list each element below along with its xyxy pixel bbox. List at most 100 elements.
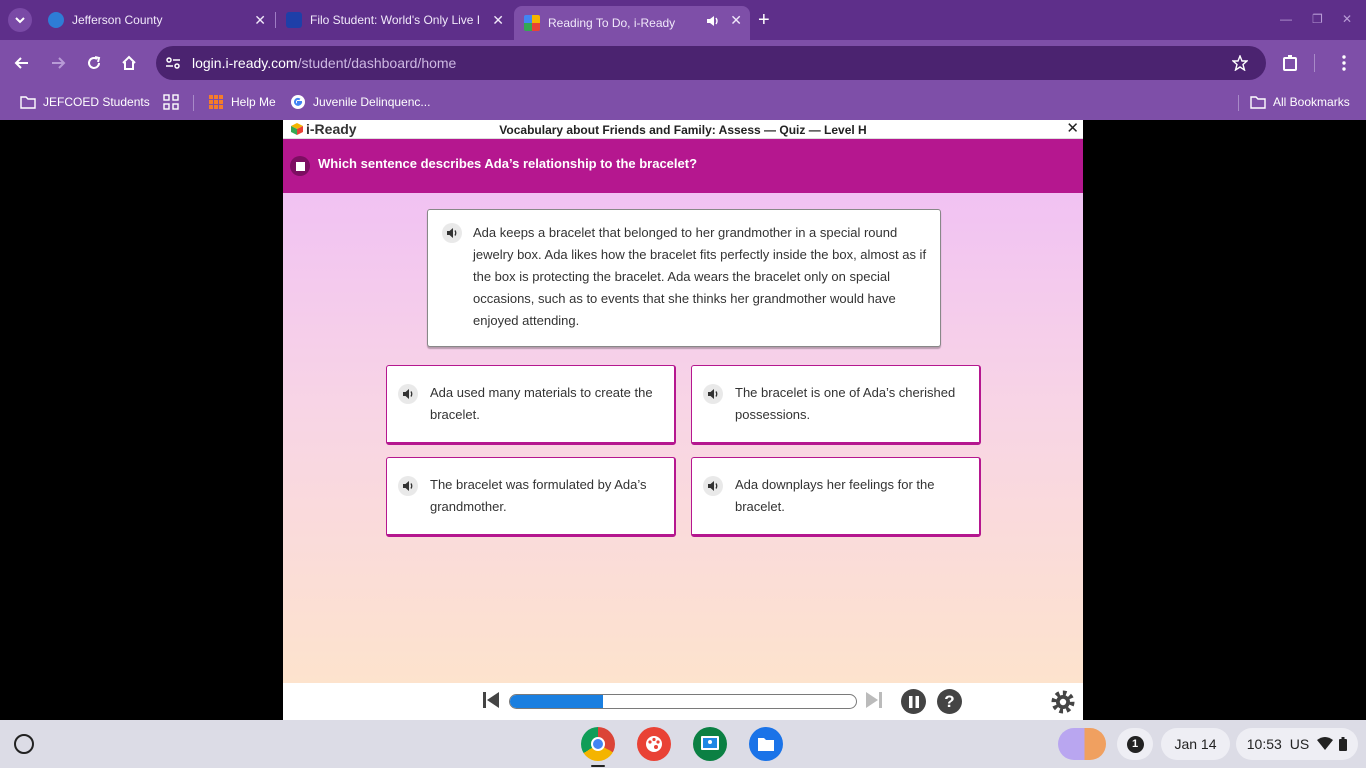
skip-forward-icon [866,692,882,708]
minimize-icon[interactable]: — [1280,12,1292,26]
notification-button[interactable]: 1 [1117,728,1153,760]
pause-icon [908,695,919,708]
speaker-icon [707,481,717,491]
answer-speaker-button[interactable] [398,384,418,404]
managed-folder-icon [20,96,36,109]
notification-count: 1 [1126,735,1144,753]
more-vertical-icon [1342,55,1346,71]
apps-grid-icon [163,94,179,110]
reload-icon [88,56,101,69]
folder-icon [1250,96,1266,109]
running-indicator [591,765,605,767]
progress-bar[interactable] [509,694,857,709]
close-tab-icon[interactable]: ✕ [730,12,742,28]
back-button[interactable] [11,52,33,74]
battery-icon [1339,737,1348,751]
palette-icon [646,736,662,752]
tab-title: Reading To Do, i-Ready [548,16,676,30]
bookmark-jefcoed-students[interactable]: JEFCOED Students [20,94,150,110]
skip-back-icon [483,692,499,708]
answer-speaker-button[interactable] [398,476,418,496]
close-tab-icon[interactable]: ✕ [492,12,504,28]
answer-text: Ada used many materials to create the br… [430,385,653,422]
input-method-text: US [1289,736,1310,752]
restore-icon[interactable]: ❐ [1312,12,1323,26]
bookmark-label: Juvenile Delinquenc... [313,95,431,109]
speaker-icon [402,481,412,491]
forward-arrow-icon [52,57,66,69]
canvas-icon[interactable] [637,727,671,761]
answer-option-c[interactable]: The bracelet was formulated by Ada’s gra… [386,457,676,537]
answer-text: The bracelet is one of Ada’s cherished p… [735,385,956,422]
home-button[interactable] [118,52,140,74]
passage-card: Ada keeps a bracelet that belonged to he… [427,209,941,347]
tab-jefferson-county[interactable]: Jefferson County ✕ [38,6,274,34]
account-avatar [1058,728,1106,760]
speaker-icon [402,389,412,399]
address-bar[interactable]: login.i-ready.com/student/dashboard/home [156,46,1266,80]
chevron-down-icon [15,17,25,24]
browser-menu-button[interactable] [1333,52,1355,74]
bookmark-apps[interactable] [163,94,186,110]
url-path: /student/dashboard/home [297,55,457,71]
tab-search-button[interactable] [8,8,32,32]
tab-strip: Jefferson County ✕ Filo Student: World's… [0,0,1366,40]
tab-filo-student[interactable]: Filo Student: World's Only Live I ✕ [276,6,512,34]
skip-forward-button[interactable] [864,689,884,711]
answer-speaker-button[interactable] [703,476,723,496]
bookmark-juvenile-delinquency[interactable]: Juvenile Delinquenc... [290,94,430,110]
quiz-title: Vocabulary about Friends and Family: Ass… [499,123,867,137]
chrome-icon[interactable] [581,727,615,761]
question-text: Which sentence describes Ada’s relations… [318,156,698,171]
tab-title: Jefferson County [72,13,163,27]
all-bookmarks-button[interactable]: All Bookmarks [1250,94,1350,110]
answer-option-b[interactable]: The bracelet is one of Ada’s cherished p… [691,365,981,445]
files-icon[interactable] [749,727,783,761]
forward-button[interactable] [47,52,69,74]
close-tab-icon[interactable]: ✕ [254,12,266,28]
passage-text: Ada keeps a bracelet that belonged to he… [473,225,927,328]
progress-fill [510,695,604,708]
tab-reading-to-do[interactable]: Reading To Do, i-Ready ✕ [514,6,750,40]
answer-speaker-button[interactable] [703,384,723,404]
bookmark-separator [1238,95,1239,111]
user-pod[interactable] [1056,728,1108,760]
home-icon [122,55,136,70]
extensions-button[interactable] [1280,52,1302,74]
passage-speaker-button[interactable] [442,223,462,243]
jefferson-county-favicon-icon [48,12,64,28]
launcher-button[interactable] [14,734,34,754]
bookmark-help-me[interactable]: Help Me [208,94,276,110]
classroom-icon[interactable] [693,727,727,761]
date-text: Jan 14 [1174,736,1217,752]
bookmark-separator [193,95,194,111]
settings-button[interactable] [1050,689,1076,715]
answer-option-d[interactable]: Ada downplays her feelings for the brace… [691,457,981,537]
reload-button[interactable] [83,52,105,74]
date-button[interactable]: Jan 14 [1161,728,1230,760]
status-area-button[interactable]: 10:53 US [1236,728,1358,760]
new-tab-button[interactable]: + [758,10,770,30]
bookmark-star-icon[interactable] [1232,55,1248,71]
answer-option-a[interactable]: Ada used many materials to create the br… [386,365,676,445]
stop-audio-button[interactable] [290,156,310,176]
help-me-grid-icon [209,95,223,109]
answer-text: Ada downplays her feelings for the brace… [735,477,935,514]
folder-icon [758,738,774,751]
site-settings-icon[interactable] [165,55,181,71]
skip-back-button[interactable] [481,689,501,711]
clock-text: 10:53 [1246,736,1282,752]
close-quiz-icon[interactable]: ✕ [1066,121,1079,137]
wifi-icon [1317,737,1334,750]
help-button[interactable]: ? [937,689,962,714]
os-shelf: 1 Jan 14 10:53 US [0,720,1366,768]
speaker-icon [446,228,456,238]
toolbar-separator [1314,54,1315,72]
tab-title: Filo Student: World's Only Live I [310,13,480,27]
pause-button[interactable] [901,689,926,714]
media-player-bar: ? [283,683,1083,720]
window-close-icon[interactable]: ✕ [1342,12,1352,26]
audio-playing-icon[interactable] [706,14,720,28]
back-arrow-icon [14,57,28,69]
extensions-icon [1283,55,1297,71]
